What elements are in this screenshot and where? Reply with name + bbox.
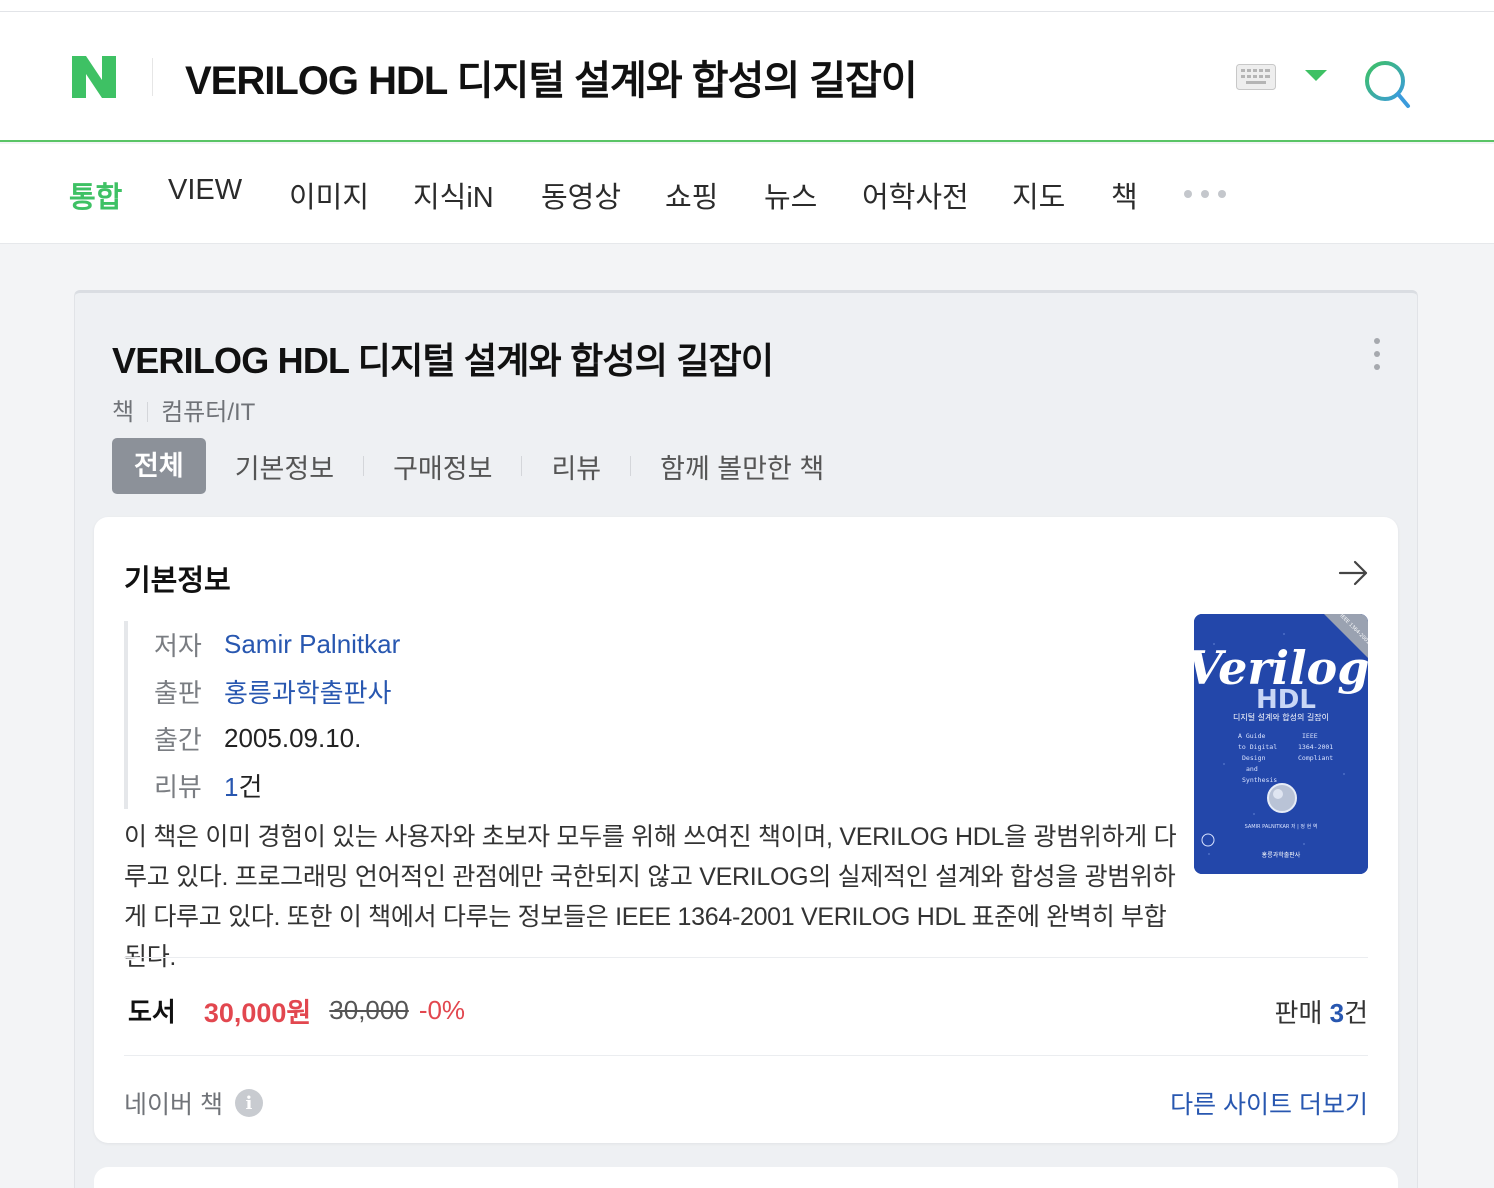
- naver-logo[interactable]: [70, 54, 118, 100]
- info-icon[interactable]: i: [234, 1089, 263, 1117]
- cover-text: IEEE: [1302, 732, 1318, 740]
- book-title[interactable]: VERILOG HDL 디지털 설계와 합성의 길잡이: [112, 332, 774, 384]
- sales-label: 판매: [1274, 998, 1323, 1028]
- book-subtabs: 전체 기본정보 구매정보 리뷰 함께 볼만한 책: [112, 438, 824, 494]
- autocomplete-toggle-icon[interactable]: [1305, 70, 1327, 81]
- cover-publisher: 홍릉과학출판사: [1262, 851, 1301, 859]
- subtab-all[interactable]: 전체: [112, 438, 206, 494]
- subtab-review[interactable]: 리뷰: [551, 447, 601, 486]
- more-options-icon[interactable]: [1370, 338, 1384, 370]
- subtab-purchase-info[interactable]: 구매정보: [393, 447, 492, 486]
- cover-text: A Guide: [1238, 732, 1265, 740]
- tab-video[interactable]: 동영상: [541, 174, 621, 216]
- price-label: 도서: [128, 997, 176, 1027]
- subtab-related-books[interactable]: 함께 볼만한 책: [660, 447, 824, 486]
- sales-number: 3: [1329, 998, 1345, 1028]
- source-label: 네이버 책 i: [124, 1085, 263, 1121]
- divider: [124, 1055, 1368, 1056]
- discount-rate: -0%: [418, 995, 466, 1025]
- source-name: 네이버 책: [124, 1091, 223, 1119]
- browser-top-strip: [0, 0, 1494, 12]
- search-icon[interactable]: [1360, 56, 1416, 112]
- search-tabs: 통합 VIEW 이미지 지식iN 동영상 쇼핑 뉴스 어학사전 지도 책: [0, 144, 1494, 244]
- tab-map[interactable]: 지도: [1012, 174, 1065, 216]
- subtab-basic-info[interactable]: 기본정보: [235, 447, 334, 486]
- tab-view[interactable]: VIEW: [168, 174, 242, 207]
- more-sites-link[interactable]: 다른 사이트 더보기: [1170, 1085, 1368, 1121]
- cover-text: Compliant: [1298, 754, 1333, 762]
- original-price: 30,000: [329, 995, 409, 1025]
- basic-info-card: 기본정보 저자 Samir Palnitkar 출판 홍릉과학출판사 출간 20…: [94, 517, 1398, 1143]
- category-type: 책: [112, 399, 135, 426]
- published-date: 2005.09.10.: [224, 723, 362, 753]
- book-description: 이 책은 이미 경험이 있는 사용자와 초보자 모두를 위해 쓰여진 책이며, …: [124, 823, 1177, 971]
- author-label: 저자: [154, 631, 202, 661]
- review-count-suffix: 건: [238, 772, 263, 802]
- review-count: 1: [224, 772, 239, 802]
- info-row-author: 저자 Samir Palnitkar: [154, 621, 824, 668]
- info-row-published: 출간 2005.09.10.: [154, 715, 824, 762]
- book-category: 책 컴퓨터/IT: [112, 392, 255, 427]
- cover-text: Synthesis: [1242, 776, 1277, 784]
- tab-images[interactable]: 이미지: [289, 174, 369, 216]
- author-link[interactable]: Samir Palnitkar: [224, 629, 400, 660]
- published-label: 출간: [154, 725, 202, 755]
- tab-news[interactable]: 뉴스: [764, 174, 817, 216]
- logo-divider: [152, 58, 153, 96]
- tab-shopping[interactable]: 쇼핑: [665, 174, 718, 216]
- sales-suffix: 건: [1344, 998, 1368, 1028]
- publisher-label: 출판: [154, 678, 202, 708]
- next-card: [94, 1167, 1398, 1188]
- price-row: 도서 30,000원 30,000 -0%: [128, 991, 465, 1030]
- basic-info-list: 저자 Samir Palnitkar 출판 홍릉과학출판사 출간 2005.09…: [124, 621, 824, 809]
- cover-text: to Digital: [1238, 743, 1277, 751]
- info-row-review: 리뷰 1건: [154, 762, 824, 809]
- keyboard-icon[interactable]: [1236, 64, 1276, 90]
- more-tabs-icon[interactable]: [1184, 190, 1226, 198]
- cover-authors: SAMIR PALNITKAR 저 | 정 현 역: [1245, 823, 1318, 830]
- tab-kin[interactable]: 지식iN: [413, 174, 494, 216]
- cover-text: 1364-2001: [1298, 743, 1333, 751]
- arrow-right-icon[interactable]: [1338, 559, 1370, 587]
- cover-text: and: [1246, 765, 1258, 773]
- sale-price[interactable]: 30,000원: [204, 991, 311, 1030]
- info-row-publisher: 출판 홍릉과학출판사: [154, 668, 824, 715]
- cover-subtitle: 디지털 설계와 합성의 길잡이: [1233, 712, 1329, 722]
- review-count-link[interactable]: 1건: [224, 767, 262, 804]
- book-cover-image[interactable]: Verilog HDL 디지털 설계와 합성의 길잡이 A Guide to D…: [1194, 614, 1368, 874]
- search-header: VERILOG HDL 디지털 설계와 합성의 길잡이: [0, 12, 1494, 142]
- sales-count[interactable]: 판매 3건: [1275, 993, 1368, 1030]
- basic-info-heading[interactable]: 기본정보: [124, 557, 231, 599]
- tab-dictionary[interactable]: 어학사전: [862, 174, 969, 216]
- divider: [124, 957, 1368, 958]
- cover-hdl: HDL: [1256, 685, 1316, 715]
- publisher-link[interactable]: 홍릉과학출판사: [224, 673, 391, 710]
- tab-integrated[interactable]: 통합: [69, 174, 122, 216]
- tab-book[interactable]: 책: [1111, 174, 1138, 216]
- category-label[interactable]: 컴퓨터/IT: [161, 399, 255, 426]
- review-label: 리뷰: [154, 772, 202, 802]
- cover-text: Design: [1242, 754, 1266, 762]
- search-query-input[interactable]: VERILOG HDL 디지털 설계와 합성의 길잡이: [185, 48, 918, 106]
